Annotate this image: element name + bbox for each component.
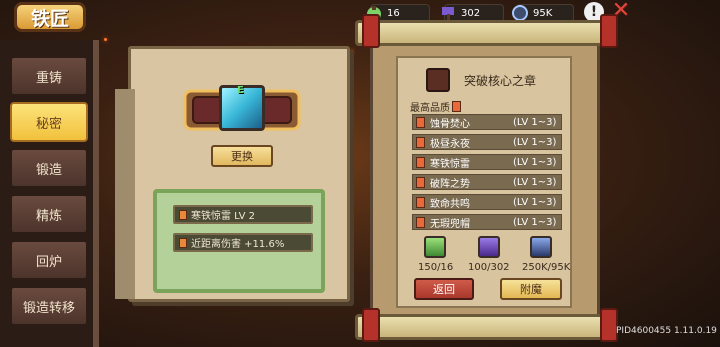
list-item-name: 无瑕兜帽: [430, 218, 470, 230]
list-item-name: 极昼永夜: [430, 138, 470, 150]
core-title: 突破核心之章: [464, 74, 537, 88]
background: [0, 0, 720, 347]
tab-reforge[interactable]: 重铸: [10, 56, 88, 96]
tab-smelt[interactable]: 回炉: [10, 240, 88, 280]
material-cost: 250K/95K: [522, 262, 571, 273]
list-item[interactable]: 寒铁惊雷 (LV 1~3): [412, 154, 562, 170]
change-button[interactable]: 更换: [211, 145, 273, 167]
skill-icon: [416, 176, 425, 188]
list-item[interactable]: 蚀骨焚心 (LV 1~3): [412, 114, 562, 130]
ember-spark: [104, 38, 107, 41]
list-item[interactable]: 破阵之势 (LV 1~3): [412, 174, 562, 190]
list-item-level: (LV 1~3): [513, 156, 557, 168]
quality-label: 最高品质: [410, 99, 461, 114]
list-item[interactable]: 致命共鸣 (LV 1~3): [412, 194, 562, 210]
tab-secret[interactable]: 秘密: [10, 102, 88, 142]
resource-value: 16: [387, 7, 400, 19]
scroll-cap: [600, 308, 618, 342]
hammer-icon: [478, 236, 500, 258]
sidebar-divider: [93, 40, 99, 347]
quality-icon: [452, 101, 461, 112]
list-item-name: 蚀骨焚心: [430, 118, 470, 130]
list-item[interactable]: 无瑕兜帽 (LV 1~3): [412, 214, 562, 230]
list-item-level: (LV 1~3): [513, 116, 557, 128]
list-item-name: 寒铁惊雷: [430, 158, 470, 170]
resource-value: 95K: [533, 7, 553, 19]
list-item-level: (LV 1~3): [513, 176, 557, 188]
effect-icon: [179, 237, 187, 248]
scroll-cap: [362, 14, 380, 48]
item-frame: E: [179, 79, 305, 141]
skill-name: 寒铁惊雷 LV 2: [191, 211, 256, 222]
skill-name-row: 寒铁惊雷 LV 2: [173, 205, 313, 224]
skill-effect-row: 近距离伤害 +11.6%: [173, 233, 313, 252]
skill-icon: [416, 156, 425, 168]
skill-icon: [416, 116, 425, 128]
ember-spark: [350, 50, 353, 53]
tab-forge[interactable]: 锻造: [10, 148, 88, 188]
tab-refine[interactable]: 精炼: [10, 194, 88, 234]
potion-icon: [424, 236, 446, 258]
core-chapter-icon: [426, 68, 450, 92]
list-item-name: 致命共鸣: [430, 198, 470, 210]
scroll-rod-top: [355, 20, 617, 46]
scroll-rod-bottom: [355, 314, 617, 340]
back-button[interactable]: 返回: [414, 278, 474, 300]
item-grade: E: [237, 85, 244, 96]
list-item-level: (LV 1~3): [513, 136, 557, 148]
resource-value: 302: [461, 7, 481, 19]
material-cost: 150/16: [418, 262, 454, 273]
scroll-cap: [600, 14, 618, 48]
skill-panel: 寒铁惊雷 LV 2 近距离伤害 +11.6%: [153, 189, 325, 293]
skill-effect: 近距离伤害 +11.6%: [191, 239, 285, 250]
skill-icon: [416, 136, 425, 148]
list-item-level: (LV 1~3): [513, 216, 557, 228]
version-label: PID4600455 1.11.0.19: [616, 326, 717, 336]
enchant-button[interactable]: 附魔: [500, 278, 562, 300]
skill-icon: [179, 209, 187, 220]
skill-icon: [416, 196, 425, 208]
page-title: 铁匠: [14, 2, 86, 32]
skill-icon: [416, 216, 425, 228]
list-item-level: (LV 1~3): [513, 196, 557, 208]
book-shadow: [115, 89, 135, 299]
gear-coin-icon: [530, 236, 552, 258]
list-item[interactable]: 极昼永夜 (LV 1~3): [412, 134, 562, 150]
scroll-cap: [362, 308, 380, 342]
list-item-name: 破阵之势: [430, 178, 470, 190]
tab-forge-transfer[interactable]: 锻造转移: [10, 286, 88, 326]
quality-text: 最高品质: [410, 103, 450, 114]
item-book: E 更换 寒铁惊雷 LV 2 近距离伤害 +11.6%: [115, 46, 350, 302]
material-cost: 100/302: [468, 262, 510, 273]
